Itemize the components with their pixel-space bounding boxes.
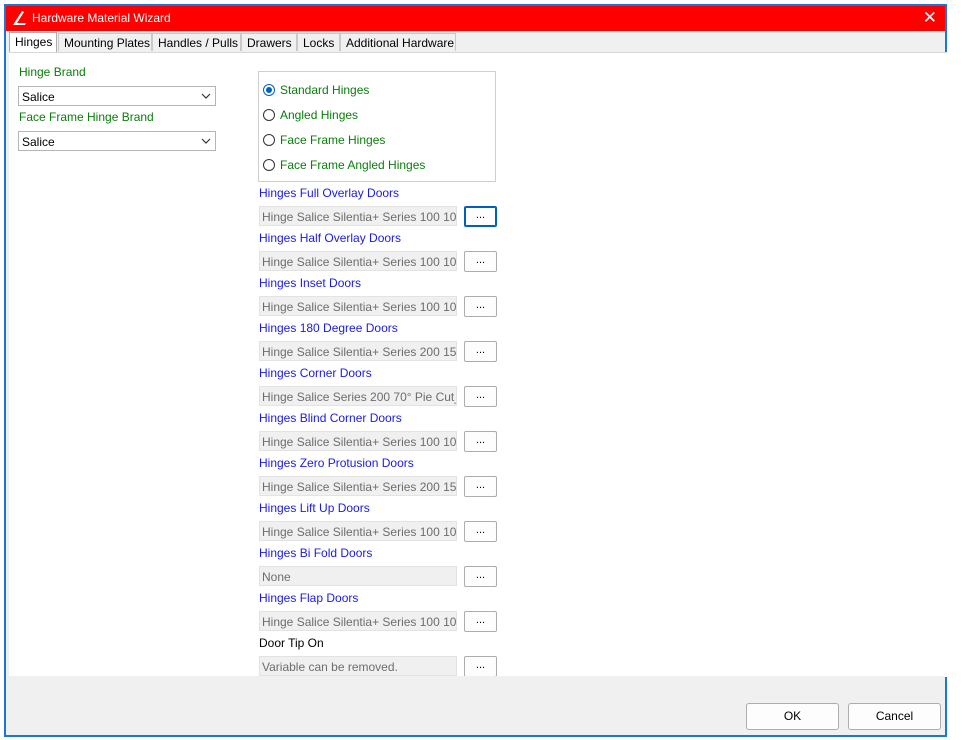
- lift-up-doors-browse-button[interactable]: ...: [464, 521, 497, 542]
- tab-handles-pulls[interactable]: Handles / Pulls: [152, 33, 241, 51]
- face-frame-hinge-brand-label: Face Frame Hinge Brand: [19, 110, 154, 124]
- radio-unchecked-icon: [263, 109, 275, 121]
- radio-label: Face Frame Angled Hinges: [280, 158, 426, 172]
- tab-drawers[interactable]: Drawers: [241, 33, 297, 51]
- face-frame-hinge-brand-select[interactable]: Salice: [18, 131, 216, 151]
- cancel-button[interactable]: Cancel: [848, 703, 941, 730]
- door-tip-on-field: Variable can be removed.: [259, 656, 457, 676]
- half-overlay-doors-field: Hinge Salice Silentia+ Series 100 105° H…: [259, 251, 457, 271]
- radio-label: Face Frame Hinges: [280, 133, 386, 147]
- 180-degree-doors-label: Hinges 180 Degree Doors: [259, 321, 398, 335]
- hinge-brand-label: Hinge Brand: [19, 65, 86, 79]
- bi-fold-doors-label: Hinges Bi Fold Doors: [259, 546, 373, 560]
- full-overlay-doors-label: Hinges Full Overlay Doors: [259, 186, 400, 200]
- bi-fold-doors-browse-button[interactable]: ...: [464, 566, 497, 587]
- face-frame-hinge-brand-value: Salice: [22, 135, 55, 149]
- tab-hinges[interactable]: Hinges: [9, 32, 57, 52]
- door-tip-on-browse-button[interactable]: ...: [464, 656, 497, 677]
- chevron-down-icon: [201, 138, 211, 144]
- lift-up-doors-field: Hinge Salice Silentia+ Series 100 105° F…: [259, 521, 457, 541]
- inset-doors-field: Hinge Salice Silentia+ Series 100 105° I…: [259, 296, 457, 316]
- radio-label: Angled Hinges: [280, 108, 359, 122]
- corner-doors-field: Hinge Salice Series 200 70° Pie Cut_Dow: [259, 386, 457, 406]
- half-overlay-doors-browse-button[interactable]: ...: [464, 251, 497, 272]
- ok-button[interactable]: OK: [746, 703, 839, 730]
- full-overlay-doors-browse-button[interactable]: ...: [464, 206, 497, 227]
- radio-unchecked-icon: [263, 159, 275, 171]
- door-tip-on-label: Door Tip On: [259, 636, 324, 650]
- 180-degree-doors-browse-button[interactable]: ...: [464, 341, 497, 362]
- blind-corner-doors-field: Hinge Salice Silentia+ Series 100 105° B…: [259, 431, 457, 451]
- tab-additional-hardware[interactable]: Additional Hardware: [340, 33, 456, 51]
- hinge-brand-value: Salice: [22, 90, 55, 104]
- full-overlay-doors-field: Hinge Salice Silentia+ Series 100 105° F…: [259, 206, 457, 226]
- blind-corner-doors-label: Hinges Blind Corner Doors: [259, 411, 402, 425]
- zero-protusion-doors-field: Hinge Salice Silentia+ Series 200 155° F…: [259, 476, 457, 496]
- lift-up-doors-label: Hinges Lift Up Doors: [259, 501, 370, 515]
- zero-protusion-doors-label: Hinges Zero Protusion Doors: [259, 456, 414, 470]
- radio-unchecked-icon: [263, 134, 275, 146]
- chevron-down-icon: [201, 93, 211, 99]
- inset-doors-browse-button[interactable]: ...: [464, 296, 497, 317]
- flap-doors-label: Hinges Flap Doors: [259, 591, 359, 605]
- hinge-type-group: Standard Hinges Angled Hinges Face Frame…: [258, 71, 496, 182]
- title-bar: Hardware Material Wizard ✕: [6, 6, 945, 31]
- close-icon[interactable]: ✕: [923, 8, 937, 28]
- hinges-tab-page: Hinge Brand Salice Face Frame Hinge Bran…: [9, 52, 947, 677]
- dialog-footer: OK Cancel: [6, 676, 945, 735]
- hinge-brand-select[interactable]: Salice: [18, 86, 216, 106]
- bi-fold-doors-field: None: [259, 566, 457, 586]
- zero-protusion-doors-browse-button[interactable]: ...: [464, 476, 497, 497]
- 180-degree-doors-field: Hinge Salice Silentia+ Series 200 155° F…: [259, 341, 457, 361]
- window-title: Hardware Material Wizard: [32, 11, 171, 25]
- corner-doors-label: Hinges Corner Doors: [259, 366, 372, 380]
- app-logo-icon: [13, 11, 26, 25]
- tab-mounting-plates[interactable]: Mounting Plates: [58, 33, 152, 51]
- flap-doors-field: Hinge Salice Silentia+ Series 100 105° F…: [259, 611, 457, 631]
- tab-locks[interactable]: Locks: [297, 33, 340, 51]
- hardware-material-wizard-window: Hardware Material Wizard ✕ Hinges Mounti…: [4, 4, 947, 737]
- radio-label: Standard Hinges: [280, 83, 370, 97]
- inset-doors-label: Hinges Inset Doors: [259, 276, 362, 290]
- blind-corner-doors-browse-button[interactable]: ...: [464, 431, 497, 452]
- radio-checked-icon: [263, 84, 275, 96]
- flap-doors-browse-button[interactable]: ...: [464, 611, 497, 632]
- half-overlay-doors-label: Hinges Half Overlay Doors: [259, 231, 402, 245]
- corner-doors-browse-button[interactable]: ...: [464, 386, 497, 407]
